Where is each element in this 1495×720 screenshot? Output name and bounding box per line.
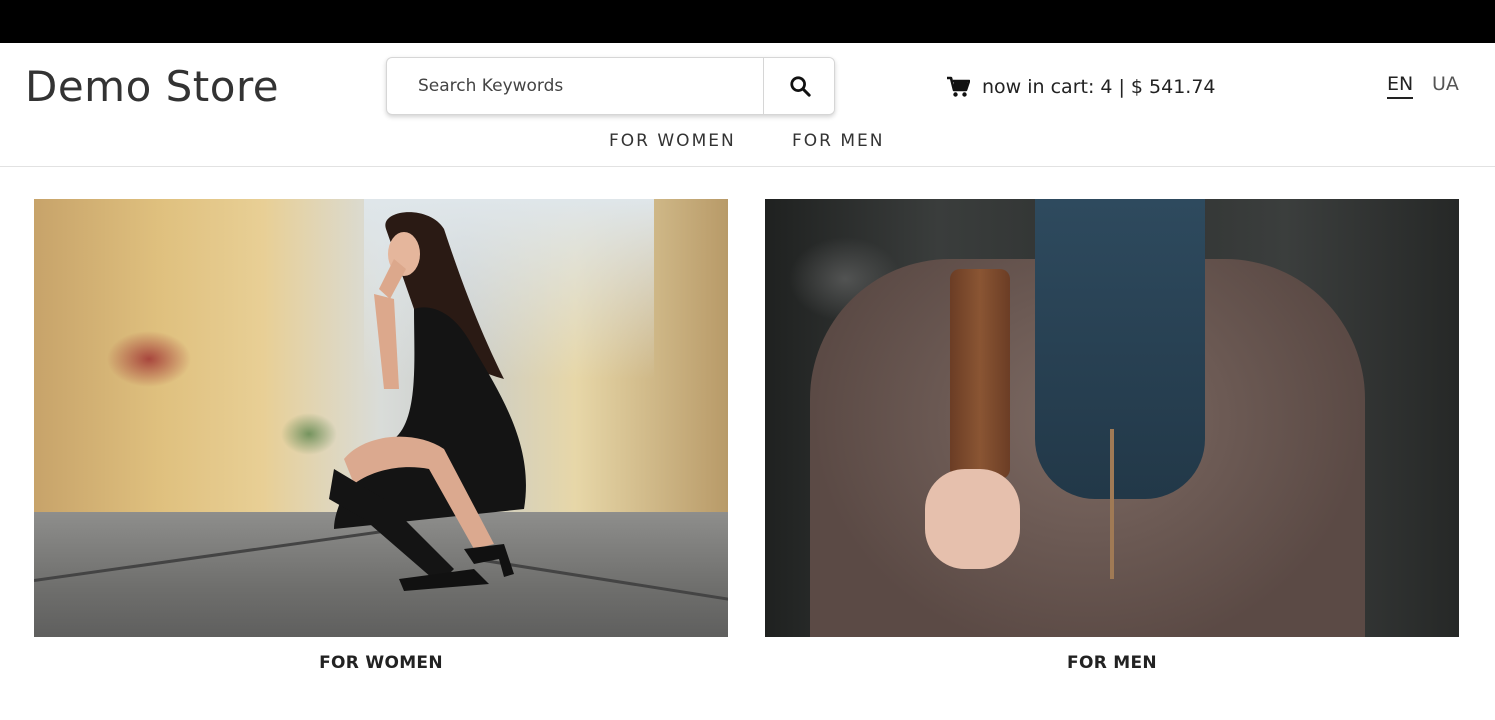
cart-separator: | xyxy=(1118,76,1125,98)
search-icon xyxy=(789,76,811,97)
language-ua[interactable]: UA xyxy=(1432,73,1459,95)
image-bag-strap xyxy=(950,269,1010,479)
site-header: Demo Store now in cart: 4 | $ 541.74 EN … xyxy=(0,43,1495,167)
search-button[interactable] xyxy=(763,58,834,114)
image-zipper xyxy=(1110,429,1114,579)
image-hand xyxy=(925,469,1020,569)
cart-icon xyxy=(947,76,970,97)
cart-count-label: now in cart: 4 xyxy=(982,76,1113,98)
cart-total: $ 541.74 xyxy=(1130,76,1216,98)
cart-summary[interactable]: now in cart: 4 | $ 541.74 xyxy=(946,74,1216,100)
search-input[interactable] xyxy=(387,58,763,114)
top-bar xyxy=(0,0,1495,43)
category-card-women[interactable]: FOR WOMEN xyxy=(34,199,728,673)
image-shirt xyxy=(1035,199,1205,499)
women-category-image[interactable] xyxy=(34,199,728,637)
nav-for-men[interactable]: FOR MEN xyxy=(792,131,885,151)
category-caption-men[interactable]: FOR MEN xyxy=(765,653,1459,673)
nav-for-women[interactable]: FOR WOMEN xyxy=(609,131,736,151)
category-caption-women[interactable]: FOR WOMEN xyxy=(34,653,728,673)
language-en[interactable]: EN xyxy=(1387,73,1414,99)
search-box xyxy=(386,57,835,115)
store-logo[interactable]: Demo Store xyxy=(25,62,279,111)
category-card-men[interactable]: FOR MEN xyxy=(765,199,1459,673)
woman-figure xyxy=(329,212,526,591)
men-category-image[interactable] xyxy=(765,199,1459,637)
